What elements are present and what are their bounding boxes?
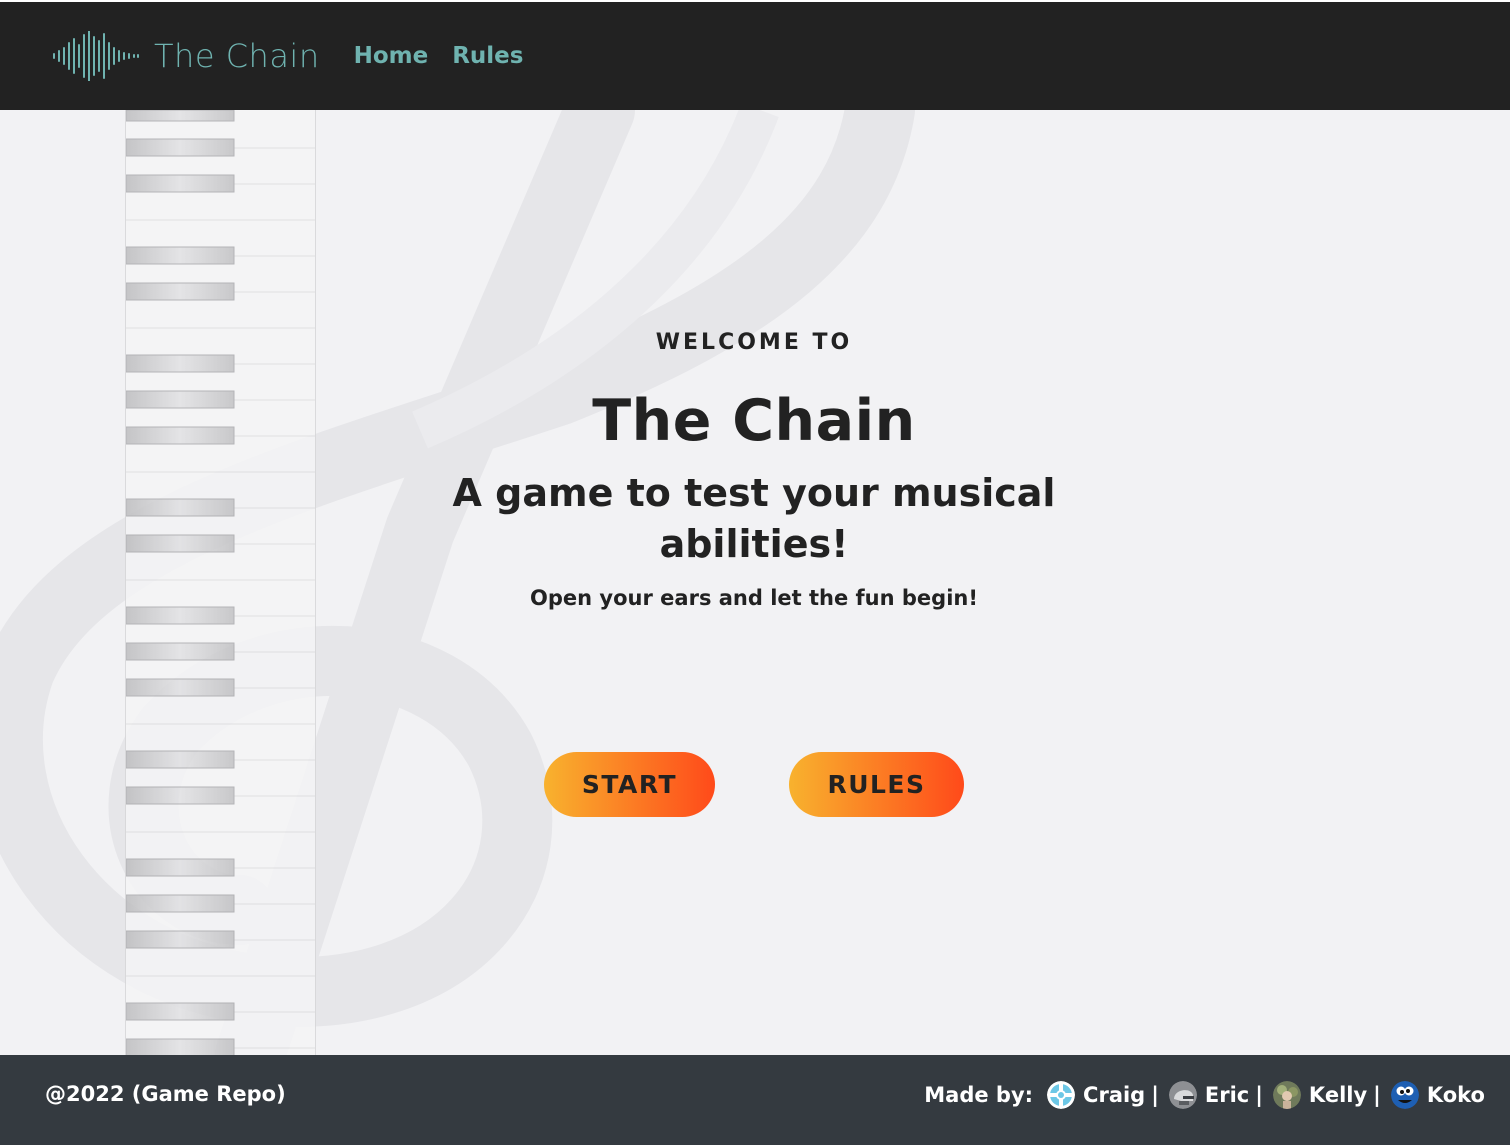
- helmet-avatar: [1168, 1081, 1197, 1109]
- life-ring-avatar: [1047, 1081, 1076, 1109]
- copyright-text: @2022 (Game Repo): [45, 1082, 286, 1106]
- author-name: Eric: [1204, 1083, 1250, 1107]
- footer: @2022 (Game Repo) Made by: Craig | Eric: [0, 1055, 1510, 1145]
- author-craig[interactable]: Craig |: [1047, 1081, 1159, 1109]
- author-kelly[interactable]: Kelly |: [1272, 1081, 1381, 1109]
- rules-button[interactable]: RULES: [789, 752, 964, 817]
- author-eric[interactable]: Eric |: [1168, 1081, 1263, 1109]
- author-koko[interactable]: Koko: [1390, 1081, 1485, 1109]
- photo-avatar: [1272, 1081, 1301, 1109]
- author-separator: |: [1151, 1083, 1159, 1107]
- piano-keys-graphic: [126, 110, 315, 1055]
- sound-wave-icon: [53, 31, 139, 81]
- author-name: Koko: [1426, 1083, 1485, 1107]
- credits: Made by: Craig | Eric | Kelly | Koko: [924, 1079, 1485, 1111]
- navbar: The Chain Home Rules: [0, 0, 1510, 110]
- monster-avatar: [1390, 1081, 1419, 1109]
- brand-name: The Chain: [154, 37, 320, 75]
- brand-logo[interactable]: The Chain: [52, 31, 320, 81]
- page-title: The Chain: [592, 388, 916, 454]
- nav-home-link[interactable]: Home: [354, 43, 429, 69]
- page-subtitle: A game to test your musical abilities!: [452, 471, 1056, 566]
- author-separator: |: [1373, 1083, 1381, 1107]
- piano-keys-decoration: [125, 110, 316, 1055]
- author-separator: |: [1255, 1083, 1263, 1107]
- welcome-heading: WELCOME TO: [655, 330, 853, 355]
- start-button[interactable]: START: [544, 752, 715, 817]
- author-name: Craig: [1083, 1083, 1146, 1107]
- tagline: Open your ears and let the fun begin!: [530, 586, 978, 610]
- nav-rules-link[interactable]: Rules: [452, 43, 523, 69]
- made-by-label: Made by:: [924, 1083, 1034, 1107]
- hero-section: WELCOME TO The Chain A game to test your…: [0, 110, 1510, 1055]
- author-name: Kelly: [1308, 1083, 1368, 1107]
- hero-content: WELCOME TO The Chain A game to test your…: [404, 110, 1104, 1055]
